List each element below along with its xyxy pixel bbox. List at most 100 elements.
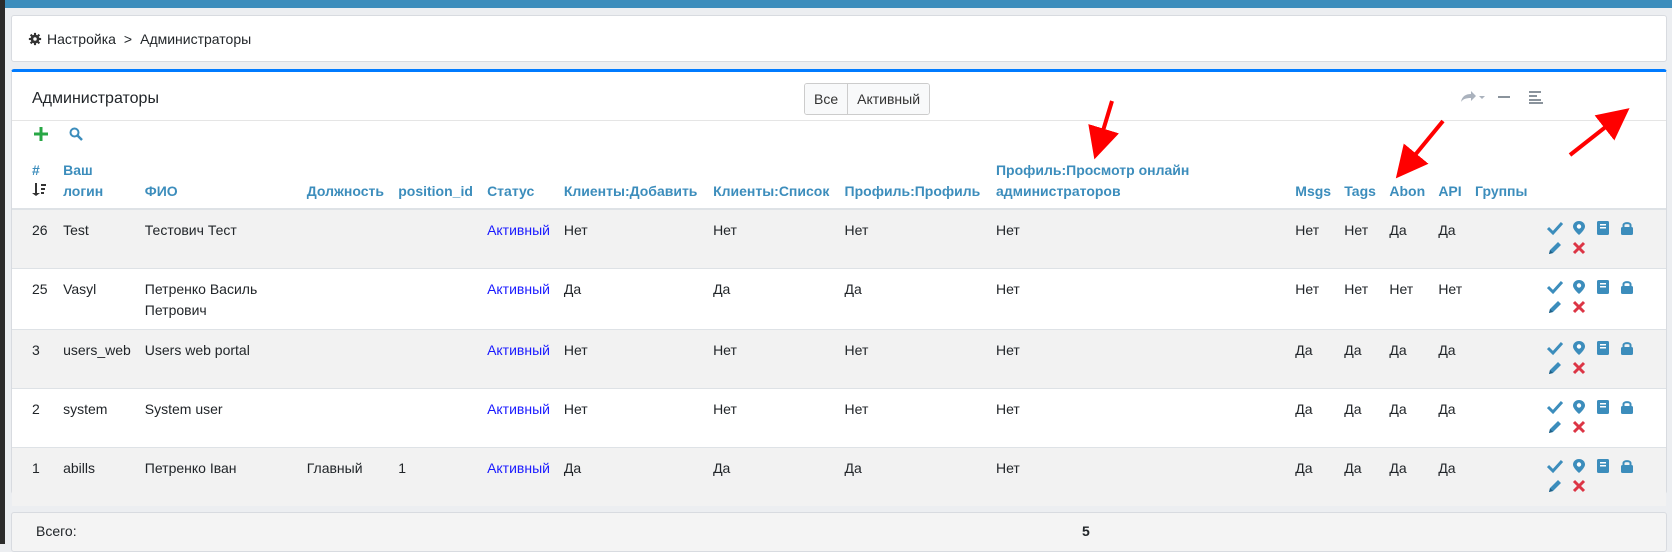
location-button[interactable] (1571, 399, 1587, 415)
col-status[interactable]: Статус (481, 156, 558, 210)
cell-clients-add: Нет (557, 329, 708, 389)
cell-abon: Да (1383, 329, 1433, 389)
location-button[interactable] (1571, 279, 1587, 295)
table-row: 2 system System user Активный Нет Нет Нет Нет Да… (12, 388, 1666, 448)
activate-button[interactable] (1546, 220, 1563, 236)
permissions-button[interactable] (1619, 220, 1635, 236)
col-profile-view[interactable]: Профиль:Просмотр онлайн администраторов (989, 156, 1290, 210)
search-icon[interactable] (69, 127, 83, 141)
edit-button[interactable] (1547, 419, 1563, 435)
edit-icon (1548, 480, 1561, 492)
col-position[interactable]: Должность (300, 156, 393, 210)
cell-status[interactable]: Активный (481, 268, 558, 330)
col-position-id[interactable]: position_id (392, 156, 482, 210)
delete-button[interactable] (1571, 360, 1587, 376)
cell-position-id (392, 208, 482, 269)
log-button[interactable] (1595, 220, 1611, 236)
delete-icon (1572, 479, 1585, 493)
log-button[interactable] (1595, 279, 1611, 295)
edit-icon (1548, 421, 1561, 433)
col-id[interactable]: # (12, 156, 58, 210)
col-clients-list[interactable]: Клиенты:Список (707, 156, 839, 210)
lock-icon (1620, 281, 1633, 294)
col-api[interactable]: API (1432, 156, 1470, 210)
location-button[interactable] (1571, 458, 1587, 474)
cell-status[interactable]: Активный (481, 329, 558, 389)
row-actions (1546, 458, 1643, 494)
cell-position-id (392, 329, 482, 389)
permissions-button[interactable] (1619, 458, 1635, 474)
cell-fio: Тестович Тест (138, 208, 301, 269)
location-button[interactable] (1571, 220, 1587, 236)
cell-status[interactable]: Активный (481, 388, 558, 448)
activate-button[interactable] (1546, 399, 1563, 415)
row-actions (1546, 220, 1643, 256)
check-icon (1546, 341, 1563, 356)
log-button[interactable] (1595, 340, 1611, 356)
breadcrumb-root-link[interactable]: Настройка (47, 31, 116, 47)
cell-status[interactable]: Активный (481, 208, 558, 269)
permissions-button[interactable] (1619, 399, 1635, 415)
cell-profile: Нет (838, 329, 990, 389)
activate-button[interactable] (1546, 279, 1563, 295)
edit-button[interactable] (1547, 360, 1563, 376)
delete-button[interactable] (1571, 299, 1587, 315)
columns-button[interactable] (1529, 90, 1543, 104)
activate-button[interactable] (1546, 340, 1563, 356)
minimize-button[interactable] (1498, 90, 1510, 104)
delete-button[interactable] (1571, 478, 1587, 494)
cell-position (300, 388, 393, 448)
log-button[interactable] (1595, 458, 1611, 474)
edit-button[interactable] (1547, 478, 1563, 494)
cell-msgs: Да (1289, 447, 1339, 506)
filter-active-button[interactable]: Активный (847, 84, 930, 114)
cell-login: users_web (57, 329, 139, 389)
log-button[interactable] (1595, 399, 1611, 415)
edit-button[interactable] (1547, 299, 1563, 315)
cell-actions (1540, 208, 1666, 269)
delete-button[interactable] (1571, 240, 1587, 256)
breadcrumb: Настройка > Администраторы (11, 15, 1667, 62)
col-fio[interactable]: ФИО (138, 156, 301, 210)
top-bar (0, 0, 1672, 8)
cell-groups (1469, 268, 1541, 330)
col-tags[interactable]: Tags (1338, 156, 1384, 210)
permissions-button[interactable] (1619, 279, 1635, 295)
col-msgs[interactable]: Msgs (1289, 156, 1339, 210)
total-label: Всего: (36, 523, 77, 539)
cell-tags: Нет (1338, 208, 1384, 269)
cell-fio: System user (138, 388, 301, 448)
col-profile[interactable]: Профиль:Профиль (838, 156, 990, 210)
permissions-button[interactable] (1619, 340, 1635, 356)
cell-profile-view: Нет (989, 447, 1290, 506)
plus-icon[interactable] (34, 127, 48, 141)
col-abon[interactable]: Abon (1383, 156, 1433, 210)
edit-button[interactable] (1547, 240, 1563, 256)
check-icon (1546, 221, 1563, 236)
cell-fio: Петренко Василь Петрович (138, 268, 301, 330)
cell-abon: Да (1383, 447, 1433, 506)
cell-actions (1540, 447, 1666, 506)
col-login[interactable]: Ваш логин (57, 156, 139, 210)
filter-all-button[interactable]: Все (805, 84, 848, 114)
col-clients-add[interactable]: Клиенты:Добавить (557, 156, 708, 210)
total-value: 5 (1082, 523, 1090, 539)
col-groups[interactable]: Группы (1469, 156, 1541, 210)
cell-api: Нет (1432, 268, 1470, 330)
cell-msgs: Да (1289, 388, 1339, 448)
breadcrumb-current: Администраторы (140, 30, 252, 47)
location-button[interactable] (1571, 340, 1587, 356)
share-dropdown[interactable] (1460, 90, 1486, 104)
cell-profile-view: Нет (989, 268, 1290, 330)
cell-clients-add: Да (557, 447, 708, 506)
row-actions (1546, 279, 1643, 315)
delete-icon (1572, 241, 1585, 255)
delete-button[interactable] (1571, 419, 1587, 435)
cell-status[interactable]: Активный (481, 447, 558, 506)
gear-icon (28, 32, 42, 45)
cell-profile-view: Нет (989, 388, 1290, 448)
activate-button[interactable] (1546, 458, 1563, 474)
cell-clients-list: Да (707, 447, 839, 506)
cell-fio: Users web portal (138, 329, 301, 389)
cell-tags: Да (1338, 329, 1384, 389)
